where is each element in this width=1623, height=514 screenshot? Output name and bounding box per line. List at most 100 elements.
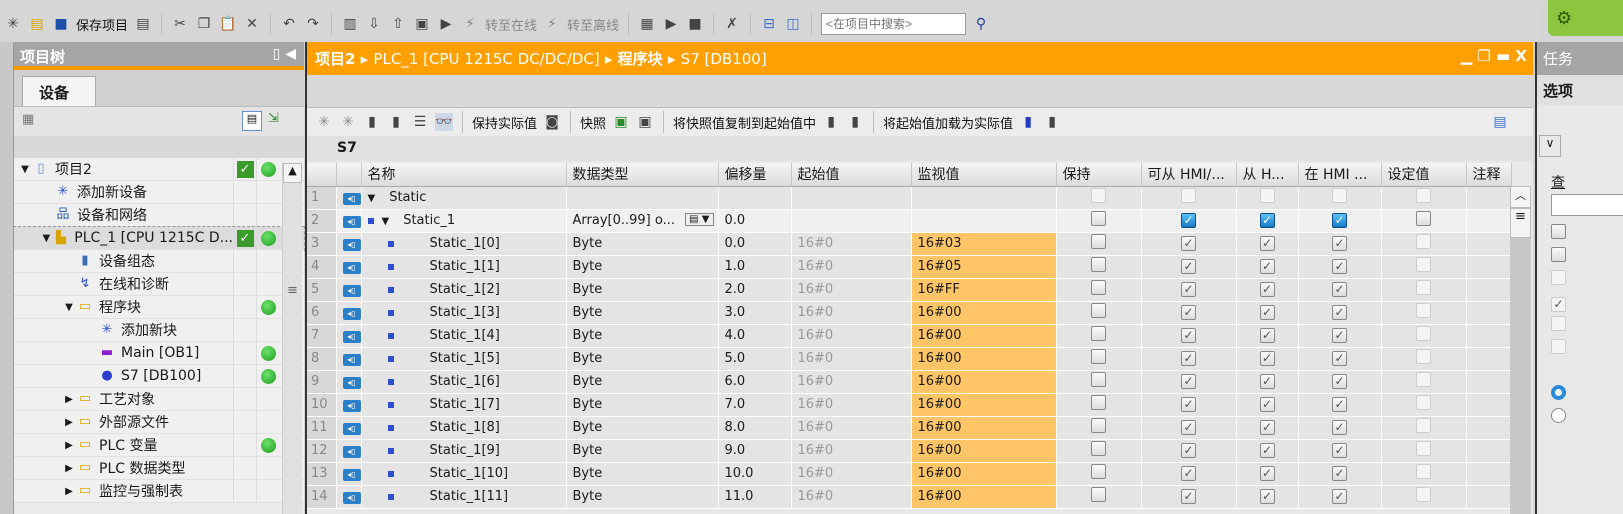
column-header[interactable]	[307, 163, 337, 187]
simulation-icon[interactable]: ▣	[413, 15, 431, 33]
checkbox[interactable]: ✓	[1181, 305, 1196, 320]
column-header[interactable]: 名称	[361, 163, 567, 187]
start-cpu-icon[interactable]: ▶	[662, 15, 680, 33]
checkbox[interactable]	[1091, 395, 1106, 410]
tree-tool-icon[interactable]: ▦	[22, 112, 34, 127]
option-checkbox[interactable]	[1551, 339, 1566, 354]
row-number[interactable]: 9	[307, 370, 337, 394]
checkbox[interactable]	[1091, 372, 1106, 387]
datatype-cell[interactable]: Byte	[566, 301, 719, 325]
datatype-cell[interactable]: Byte	[566, 370, 719, 394]
table-row[interactable]: 9 ◂▯ Static_1[6] Byte 6.0 16#0 16#00 ✓ ✓ ✓	[307, 370, 1512, 394]
checkbox[interactable]: ✓	[1259, 443, 1275, 458]
new-project-icon[interactable]: ✳	[4, 15, 22, 33]
name-cell[interactable]: Static_1[6]	[361, 370, 567, 394]
start-value-cell[interactable]: 16#0	[791, 462, 912, 486]
row-number[interactable]: 3	[307, 232, 337, 256]
checkbox[interactable]: ✓	[1181, 443, 1196, 458]
checkbox[interactable]	[1091, 326, 1106, 341]
start-value-cell[interactable]: 16#0	[791, 393, 912, 417]
copy-icon[interactable]: ❐	[195, 15, 213, 33]
open-project-icon[interactable]: ▤	[28, 15, 46, 33]
checkbox[interactable]	[1181, 188, 1196, 203]
go-offline-button[interactable]: 转至离线	[567, 15, 619, 34]
collapse-panel-icon[interactable]: ▯ ◀	[273, 46, 296, 62]
checkbox[interactable]: ✓	[1181, 282, 1196, 297]
table-row[interactable]: 6 ◂▯ Static_1[3] Byte 3.0 16#0 16#00 ✓ ✓ ✓	[307, 301, 1512, 325]
checkbox[interactable]: ✓	[1259, 420, 1275, 435]
tree-item[interactable]: ▶ ▭ PLC 数据类型	[14, 456, 304, 480]
menu-bar[interactable]	[0, 0, 1623, 8]
datatype-cell[interactable]: Byte	[566, 462, 719, 486]
checkbox[interactable]: ✓	[1332, 259, 1347, 274]
tree-item[interactable]: ▼ ▯ 项目2 ✓	[14, 157, 304, 181]
runtime-icon[interactable]: ▶	[437, 15, 455, 33]
datatype-cell[interactable]: Byte	[566, 232, 719, 256]
cut-icon[interactable]: ✂	[171, 15, 189, 33]
tree-item[interactable]: ↯ 在线和诊断	[14, 272, 304, 296]
upload-icon[interactable]: ⇧	[389, 15, 407, 33]
datatype-cell[interactable]: Byte	[566, 485, 719, 509]
checkbox[interactable]: ✓	[1332, 420, 1347, 435]
column-header[interactable]: 设定值	[1381, 163, 1467, 187]
table-row[interactable]: 5 ◂▯ Static_1[2] Byte 2.0 16#0 16#FF ✓ ✓ ✓	[307, 278, 1512, 302]
checkbox[interactable]	[1091, 280, 1106, 295]
row-number[interactable]: 6	[307, 301, 337, 325]
checkbox[interactable]: ✓	[1332, 282, 1347, 297]
table-row[interactable]: 7 ◂▯ Static_1[4] Byte 4.0 16#0 16#00 ✓ ✓ ✓	[307, 324, 1512, 348]
tab-devices[interactable]: 设备	[22, 76, 96, 106]
checkbox[interactable]	[1416, 464, 1431, 479]
start-value-cell[interactable]: 16#0	[791, 278, 912, 302]
start-value-cell[interactable]: 16#0	[791, 301, 912, 325]
expand-chevron-icon[interactable]: ∨	[1539, 135, 1561, 157]
start-value-cell[interactable]: 16#0	[791, 370, 912, 394]
paste-icon[interactable]: 📋	[219, 15, 237, 33]
name-cell[interactable]: Static_1[7]	[361, 393, 567, 417]
column-header[interactable]: 起始值	[791, 163, 912, 187]
checkbox[interactable]	[1091, 441, 1106, 456]
comment-cell[interactable]	[1466, 485, 1512, 509]
name-cell[interactable]: Static_1[2]	[361, 278, 567, 302]
copy-snapshot2-icon[interactable]: ▮	[846, 113, 864, 131]
checkbox[interactable]: ✓	[1181, 374, 1196, 389]
checkbox[interactable]: ✓	[1332, 213, 1347, 228]
option-checkbox[interactable]	[1551, 270, 1566, 285]
download-icon[interactable]: ⇩	[365, 15, 383, 33]
settings-gear-icon[interactable]: ⚙	[1548, 0, 1623, 36]
checkbox[interactable]	[1259, 188, 1275, 203]
table-row[interactable]: 1 ◂▯ ▼ Static	[307, 186, 1512, 210]
option-checkbox[interactable]: ✓	[1551, 297, 1566, 312]
delete-icon[interactable]: ✕	[243, 15, 261, 33]
checkbox[interactable]: ✓	[1181, 466, 1196, 481]
column-header[interactable]: 数据类型	[566, 163, 719, 187]
column-header[interactable]: 偏移量	[718, 163, 792, 187]
datatype-dropdown-icon[interactable]: ▤ ▼	[685, 213, 714, 226]
checkbox[interactable]	[1091, 303, 1106, 318]
go-online-icon[interactable]: ⚡	[461, 15, 479, 33]
checkbox[interactable]: ✓	[1259, 305, 1275, 320]
checkbox[interactable]: ✓	[1259, 282, 1275, 297]
breadcrumb-db[interactable]: S7 [DB100]	[681, 50, 767, 68]
redo-icon[interactable]: ↷	[304, 15, 322, 33]
checkbox[interactable]	[1416, 257, 1431, 272]
checkbox[interactable]	[1091, 487, 1106, 502]
name-cell[interactable]: ▼ Static	[361, 186, 567, 210]
checkbox[interactable]: ✓	[1332, 374, 1347, 389]
left-collapsed-strip[interactable]	[0, 42, 14, 514]
checkbox[interactable]: ✓	[1181, 259, 1196, 274]
column-header[interactable]: 注释	[1466, 163, 1512, 187]
expand-icon[interactable]: ▮	[363, 113, 381, 131]
comment-cell[interactable]	[1466, 209, 1512, 233]
table-row[interactable]: 13 ◂▯ Static_1[10] Byte 10.0 16#0 16#00 …	[307, 462, 1512, 486]
project-search-input[interactable]	[821, 13, 967, 35]
checkbox[interactable]: ✓	[1332, 351, 1347, 366]
column-header[interactable]: 监视值	[911, 163, 1057, 187]
row-number[interactable]: 4	[307, 255, 337, 279]
checkbox[interactable]	[1416, 303, 1431, 318]
checkbox[interactable]: ✓	[1259, 489, 1275, 504]
undo-icon[interactable]: ↶	[280, 15, 298, 33]
row-number[interactable]: 1	[307, 186, 337, 210]
comment-cell[interactable]	[1466, 393, 1512, 417]
tree-item[interactable]: ▮ 设备组态	[14, 249, 304, 273]
row-number[interactable]: 8	[307, 347, 337, 371]
